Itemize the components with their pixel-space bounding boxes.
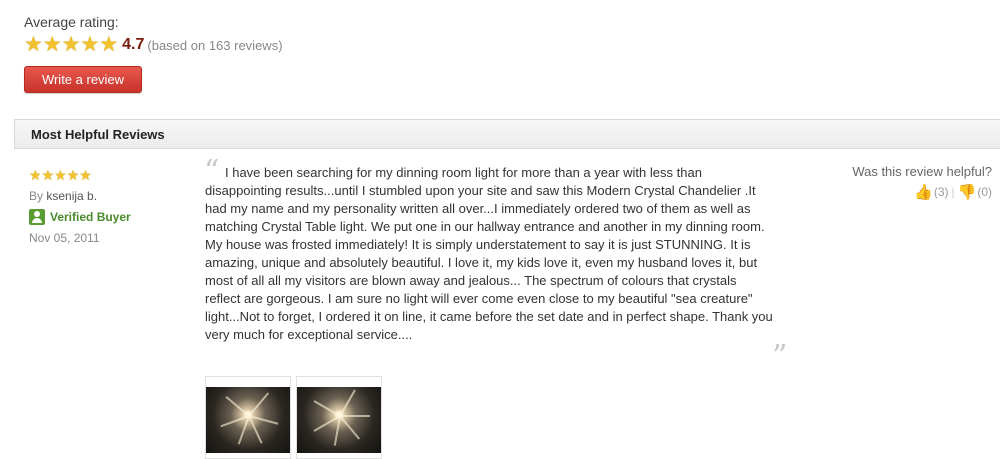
star-icon: ★ xyxy=(29,167,42,183)
verified-buyer: Verified Buyer xyxy=(29,209,131,225)
review-photos xyxy=(205,376,387,459)
chandelier-photo xyxy=(206,387,290,453)
review-stars: ★ ★ ★ ★ ★ xyxy=(29,168,131,182)
thumbs-down-icon[interactable]: 👎 xyxy=(958,183,977,201)
star-icon: ★ xyxy=(41,167,55,183)
write-review-button[interactable]: Write a review xyxy=(24,66,142,93)
rating-summary: Average rating: ★ ★ ★ ★ ★ 4.7 (based on … xyxy=(24,14,283,56)
rating-value: 4.7 xyxy=(122,36,145,53)
verified-buyer-label: Verified Buyer xyxy=(50,210,131,224)
thumbs-up-icon[interactable]: 👍 xyxy=(914,183,933,201)
star-icon: ★ xyxy=(66,167,80,183)
review-text: I have been searching for my dinning roo… xyxy=(205,165,773,342)
chandelier-photo xyxy=(297,387,381,453)
helpful-votes: 👍 (3) | 👎 (0) xyxy=(852,183,992,201)
reviewer-info: ★ ★ ★ ★ ★ By ksenija b. Verified Buyer N… xyxy=(29,168,131,245)
review-date: Nov 05, 2011 xyxy=(29,231,100,245)
star-icon: ★ xyxy=(54,167,67,183)
helpful-vote: Was this review helpful? 👍 (3) | 👎 (0) xyxy=(852,164,992,201)
average-rating-label: Average rating: xyxy=(24,14,119,30)
helpful-yes-count[interactable]: (3) xyxy=(934,185,949,199)
byline: By ksenija b. xyxy=(29,189,131,203)
rating-stars: ★ ★ ★ ★ ★ xyxy=(24,33,119,56)
review-author: ksenija b. xyxy=(46,189,98,203)
rating-row: ★ ★ ★ ★ ★ 4.7 (based on 163 reviews) xyxy=(24,34,283,56)
star-icon: ★ xyxy=(42,33,62,56)
star-icon: ★ xyxy=(24,33,43,56)
review-photo-thumbnail[interactable] xyxy=(296,376,382,459)
close-quote-icon: ” xyxy=(772,339,788,374)
section-header: Most Helpful Reviews xyxy=(14,119,1000,149)
helpful-no-count[interactable]: (0) xyxy=(977,185,992,199)
helpful-question: Was this review helpful? xyxy=(852,164,992,179)
star-icon: ★ xyxy=(61,33,81,56)
star-icon: ★ xyxy=(80,33,100,56)
star-icon: ★ xyxy=(99,33,119,56)
verified-buyer-icon xyxy=(29,209,45,225)
reviews-count: (based on 163 reviews) xyxy=(147,37,283,53)
review-photo-thumbnail[interactable] xyxy=(205,376,291,459)
vote-separator: | xyxy=(951,185,955,199)
section-title: Most Helpful Reviews xyxy=(31,127,165,142)
by-label: By xyxy=(29,189,44,203)
star-icon: ★ xyxy=(79,167,92,183)
